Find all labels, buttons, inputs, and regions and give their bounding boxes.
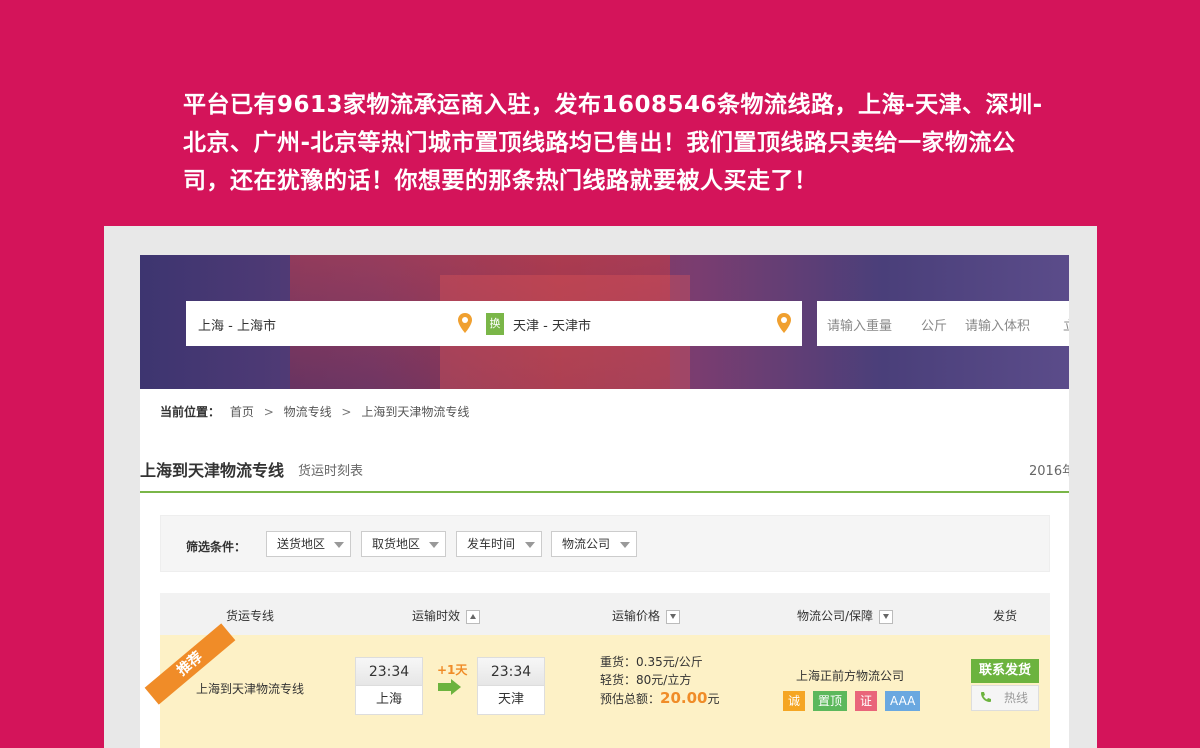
breadcrumb: 当前位置： 首页 > 物流专线 > 上海到天津物流专线 (160, 403, 469, 420)
badge-certified: 证 (855, 691, 878, 711)
plus-day-label: +1天 (437, 663, 468, 677)
arrival-time: 23:34 (478, 658, 544, 686)
breadcrumb-item-current[interactable]: 上海到天津物流专线 (361, 405, 469, 419)
badge-aaa: AAA (885, 691, 921, 711)
filter-label: 筛选条件： (186, 540, 247, 554)
table-header: 货运专线 运输时效 运输价格 物流公司/保障 发货 (160, 593, 1050, 635)
filter-option-label: 取货地区 (372, 537, 421, 551)
breadcrumb-item-home[interactable]: 首页 (230, 405, 254, 419)
column-header-ship: 发货 (993, 609, 1018, 623)
column-header-price[interactable]: 运输价格 (612, 607, 681, 624)
table-row[interactable]: 推荐 上海到天津物流专线 23:34 上海 +1天 23:34 天津 重货：0.… (144, 623, 1050, 748)
breadcrumb-separator: > (263, 405, 274, 419)
sort-up-icon[interactable] (466, 609, 481, 624)
page-date: 2016年 (1029, 464, 1069, 479)
page-title: 上海到天津物流专线 (140, 461, 285, 480)
line-name[interactable]: 上海到天津物流专线 (196, 680, 304, 697)
badge-integrity: 诚 (783, 691, 806, 711)
arrival-card: 23:34 天津 (477, 657, 545, 715)
departure-card: 23:34 上海 (355, 657, 423, 715)
company-name[interactable]: 上海正前方物流公司 (796, 667, 904, 684)
page-subtitle: 货运时刻表 (298, 464, 364, 479)
column-header-company[interactable]: 物流公司/保障 (797, 607, 894, 624)
volume-input[interactable]: 请输入体积 (965, 315, 1030, 334)
chevron-down-icon (525, 542, 535, 548)
destination-input[interactable]: 天津 - 天津市 (513, 315, 591, 334)
origin-input[interactable]: 上海 - 上海市 (198, 315, 276, 334)
route-search-box: 上海 - 上海市 换 天津 - 天津市 (186, 301, 802, 346)
arrival-city: 天津 (497, 692, 524, 707)
hotline-button[interactable]: 热线 (971, 685, 1039, 711)
total-value: 20.00 (660, 689, 708, 707)
breadcrumb-label: 当前位置： (160, 405, 221, 419)
breadcrumb-item-lines[interactable]: 物流专线 (284, 405, 332, 419)
cargo-size-box: 请输入重量 公斤 请输入体积 立 (817, 301, 1069, 346)
contact-ship-button[interactable]: 联系发货 (971, 659, 1039, 683)
filter-option-label: 送货地区 (277, 537, 326, 551)
website-screen: 上海 - 上海市 换 天津 - 天津市 请输入重量 公斤 请输入体积 立 当前位… (140, 255, 1069, 748)
weight-input[interactable]: 请输入重量 (827, 315, 892, 334)
location-pin-icon[interactable] (777, 313, 791, 333)
column-header-time[interactable]: 运输时效 (412, 607, 481, 624)
hero-banner: 上海 - 上海市 换 天津 - 天津市 请输入重量 公斤 请输入体积 立 (140, 255, 1069, 389)
chevron-down-icon (429, 542, 439, 548)
total-unit: 元 (707, 692, 720, 706)
column-header-label: 运输价格 (612, 609, 661, 623)
filter-departure-time[interactable]: 发车时间 (456, 531, 542, 557)
column-header-line: 货运专线 (226, 609, 275, 623)
heavy-cargo-price: 重货：0.35元/公斤 (600, 655, 703, 669)
filter-logistics-company[interactable]: 物流公司 (551, 531, 637, 557)
filter-delivery-area[interactable]: 送货地区 (266, 531, 351, 557)
weight-unit: 公斤 (921, 319, 948, 334)
page-title-row: 上海到天津物流专线 货运时刻表 2016年 (140, 453, 1069, 493)
light-cargo-price: 轻货：80元/立方 (600, 673, 692, 687)
badge-pinned: 置顶 (813, 691, 848, 711)
guarantee-badges: 诚置顶证 AAA (783, 691, 928, 711)
chevron-down-icon (620, 542, 630, 548)
filter-option-label: 发车时间 (467, 537, 516, 551)
chevron-down-icon (334, 542, 344, 548)
filter-pickup-area[interactable]: 取货地区 (361, 531, 446, 557)
sort-down-icon[interactable] (666, 609, 681, 624)
total-label: 预估总额： (600, 692, 661, 706)
filter-bar: 筛选条件： 送货地区 取货地区 发车时间 物流公司 (160, 515, 1050, 572)
sort-down-icon[interactable] (879, 609, 894, 624)
location-pin-icon[interactable] (458, 313, 472, 333)
hotline-label: 热线 (1004, 691, 1029, 705)
filter-option-label: 物流公司 (562, 537, 611, 551)
breadcrumb-separator: > (341, 405, 352, 419)
phone-icon (981, 692, 991, 702)
volume-unit: 立 (1063, 315, 1069, 334)
departure-time: 23:34 (356, 658, 422, 686)
swap-route-button[interactable]: 换 (486, 313, 504, 335)
headline-text: 平台已有9613家物流承运商入驻，发布1608546条物流线路，上海-天津、深圳… (183, 92, 1043, 194)
estimated-total: 预估总额：20.00元 (600, 689, 719, 708)
price-info: 重货：0.35元/公斤 轻货：80元/立方 预估总额：20.00元 (600, 653, 719, 708)
column-header-label: 物流公司/保障 (797, 609, 874, 623)
column-header-label: 运输时效 (412, 609, 461, 623)
departure-city: 上海 (375, 692, 402, 707)
